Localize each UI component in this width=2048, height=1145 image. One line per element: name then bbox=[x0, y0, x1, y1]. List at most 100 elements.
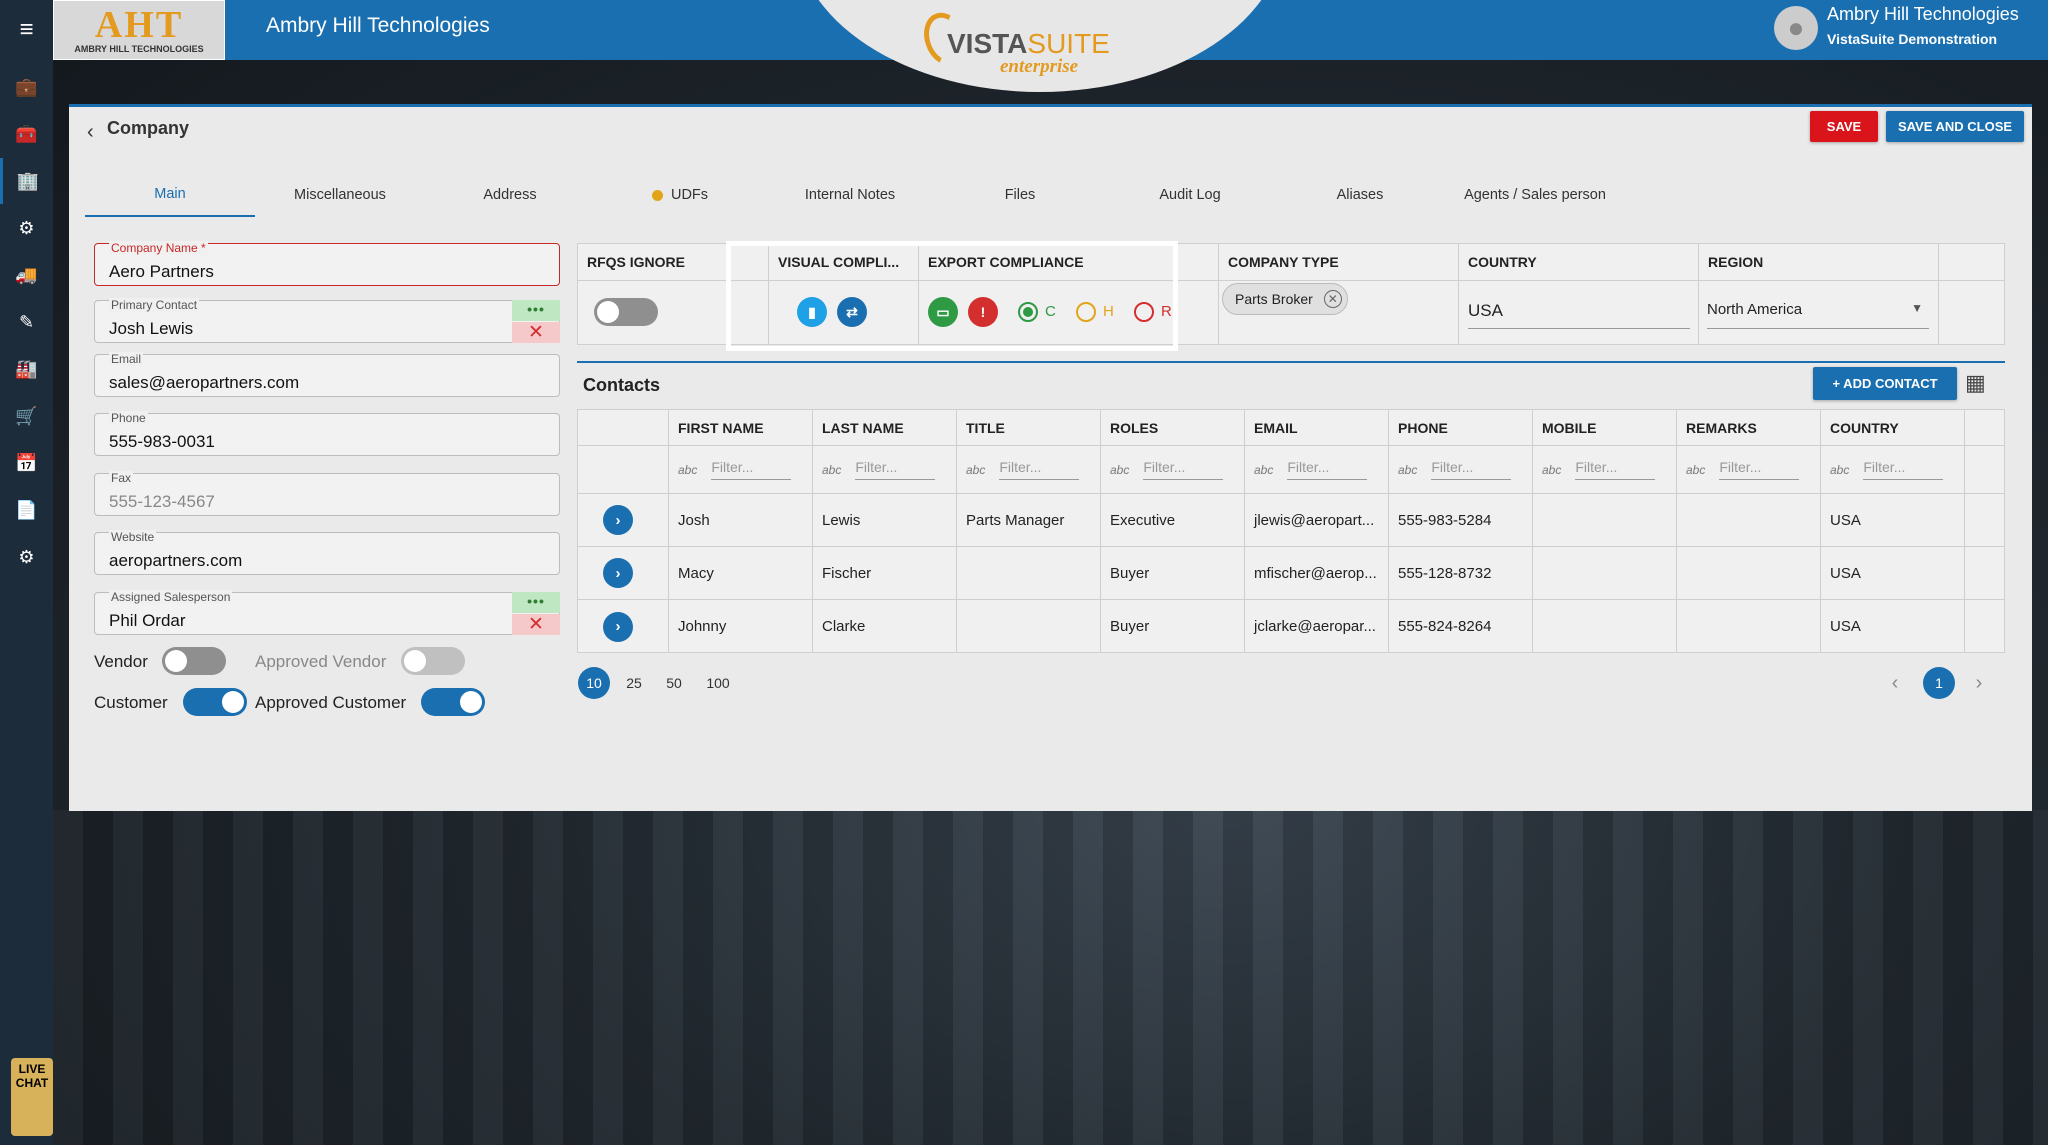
page-size-100[interactable]: 100 bbox=[698, 667, 738, 699]
table-header-cell[interactable]: TITLE bbox=[957, 410, 1101, 445]
country-filter[interactable]: Filter... bbox=[1863, 459, 1944, 480]
table-header-cell[interactable]: ROLES bbox=[1101, 410, 1245, 445]
salesperson-value: Phil Ordar bbox=[109, 611, 186, 630]
salesperson-more-button[interactable]: ••• bbox=[512, 592, 560, 613]
approved-vendor-label: Approved Vendor bbox=[255, 652, 387, 671]
tab-audit-log[interactable]: Audit Log bbox=[1105, 173, 1275, 217]
last-name-filter[interactable]: Filter... bbox=[855, 459, 936, 480]
salesperson-clear-button[interactable]: ✕ bbox=[512, 614, 560, 635]
filter-cell bbox=[578, 446, 669, 493]
table-row[interactable]: › Johnny Clarke Buyer jclarke@aeropar...… bbox=[578, 600, 2004, 653]
roles-filter[interactable]: Filter... bbox=[1143, 459, 1224, 480]
region-select[interactable]: North America ▼ bbox=[1707, 301, 1929, 329]
user-name[interactable]: Ambry Hill Technologies bbox=[1827, 4, 2019, 25]
avatar[interactable]: ● bbox=[1774, 6, 1818, 50]
blank-cell bbox=[1939, 281, 2006, 345]
phone-filter[interactable]: Filter... bbox=[1431, 459, 1512, 480]
table-header-cell[interactable]: PHONE bbox=[1389, 410, 1533, 445]
page-size-10[interactable]: 10 bbox=[578, 667, 610, 699]
chevron-left-icon[interactable]: ‹ bbox=[1883, 667, 1907, 699]
table-cell: Buyer bbox=[1101, 600, 1245, 653]
page-number-current[interactable]: 1 bbox=[1923, 667, 1955, 699]
row-expand-cell: › bbox=[578, 547, 669, 599]
brand-enterprise: enterprise bbox=[1000, 56, 1079, 77]
udf-status-dot bbox=[651, 189, 663, 201]
parts-icon[interactable]: ⚙ bbox=[0, 205, 53, 251]
chevron-right-icon[interactable]: › bbox=[1967, 667, 1991, 699]
gear-icon[interactable]: ⚙ bbox=[0, 534, 53, 580]
back-chevron-icon[interactable]: ‹ bbox=[87, 121, 94, 144]
chevron-right-icon[interactable]: › bbox=[603, 558, 633, 588]
add-contact-button[interactable]: + ADD CONTACT bbox=[1813, 367, 1957, 400]
cart-icon[interactable]: 🛒 bbox=[0, 393, 53, 439]
salesperson-label: Assigned Salesperson bbox=[109, 590, 233, 604]
live-chat-button[interactable]: LIVE CHAT bbox=[11, 1058, 53, 1136]
rfqs-ignore-toggle[interactable] bbox=[594, 298, 658, 326]
customer-toggle[interactable] bbox=[183, 688, 247, 716]
tab-udfs[interactable]: UDFs bbox=[595, 173, 765, 217]
mobile-filter[interactable]: Filter... bbox=[1575, 459, 1656, 480]
abc-icon: abc bbox=[822, 462, 842, 477]
approved-customer-toggle[interactable] bbox=[421, 688, 485, 716]
table-cell bbox=[1533, 494, 1677, 546]
building-icon[interactable]: 🏢 bbox=[0, 158, 53, 204]
chip-remove-icon[interactable]: ✕ bbox=[1323, 290, 1342, 308]
company-name-field[interactable]: Company Name * Aero Partners bbox=[94, 241, 560, 286]
primary-contact-more-button[interactable]: ••• bbox=[512, 300, 560, 321]
title-filter[interactable]: Filter... bbox=[999, 459, 1080, 480]
table-header-cell[interactable]: FIRST NAME bbox=[669, 410, 813, 445]
save-and-close-button[interactable]: SAVE AND CLOSE bbox=[1886, 111, 2024, 142]
table-header-cell[interactable]: REMARKS bbox=[1677, 410, 1821, 445]
table-header-cell[interactable]: COUNTRY bbox=[1821, 410, 1965, 445]
chevron-right-icon[interactable]: › bbox=[603, 505, 633, 535]
remarks-filter[interactable]: Filter... bbox=[1719, 459, 1800, 480]
save-button[interactable]: SAVE bbox=[1810, 111, 1878, 142]
vistasuite-brand: VISTASUITE enterprise bbox=[916, 6, 1125, 78]
tab-agents-sales-person[interactable]: Agents / Sales person bbox=[1445, 173, 1625, 217]
approved-vendor-toggle[interactable] bbox=[401, 647, 465, 675]
grid-edit-icon[interactable]: ▦ bbox=[1965, 370, 1997, 398]
page-size-50[interactable]: 50 bbox=[658, 667, 690, 699]
chevron-right-icon[interactable]: › bbox=[603, 611, 633, 642]
table-cell bbox=[1965, 547, 2006, 599]
warehouse-icon[interactable]: 🏭 bbox=[0, 346, 53, 392]
table-header-cell[interactable]: EMAIL bbox=[1245, 410, 1389, 445]
table-header-cell[interactable]: LAST NAME bbox=[813, 410, 957, 445]
country-input[interactable]: USA bbox=[1468, 301, 1690, 329]
tab-aliases[interactable]: Aliases bbox=[1275, 173, 1445, 217]
document-icon[interactable]: 📄 bbox=[0, 487, 53, 533]
email-value: sales@aeropartners.com bbox=[109, 373, 300, 392]
email-field[interactable]: Email sales@aeropartners.com bbox=[94, 352, 560, 397]
dropdown-arrow-icon: ▼ bbox=[1911, 301, 1923, 315]
vendor-toggle[interactable] bbox=[162, 647, 226, 675]
tab-files[interactable]: Files bbox=[935, 173, 1105, 217]
page-title: Company bbox=[107, 118, 190, 138]
table-cell bbox=[1677, 494, 1821, 546]
table-cell: USA bbox=[1821, 494, 1965, 546]
table-cell: Parts Manager bbox=[957, 494, 1101, 546]
fax-field[interactable]: Fax 555-123-4567 bbox=[94, 471, 560, 516]
assigned-salesperson-field[interactable]: Assigned Salesperson Phil Ordar ••• ✕ bbox=[94, 590, 560, 635]
company-type-chip[interactable]: Parts Broker ✕ bbox=[1222, 283, 1348, 315]
company-logo[interactable]: AHT AMBRY HILL TECHNOLOGIES bbox=[53, 0, 225, 60]
menu-icon[interactable]: ≡ bbox=[0, 0, 53, 60]
first-name-filter[interactable]: Filter... bbox=[711, 459, 792, 480]
edit-icon[interactable]: ✎ bbox=[0, 299, 53, 345]
calendar-icon[interactable]: 📅 bbox=[0, 440, 53, 486]
tab-main[interactable]: Main bbox=[85, 173, 255, 217]
website-field[interactable]: Website aeropartners.com bbox=[94, 530, 560, 575]
truck-icon[interactable]: 🚚 bbox=[0, 252, 53, 298]
page-size-25[interactable]: 25 bbox=[618, 667, 650, 699]
toolbox-icon[interactable]: 🧰 bbox=[0, 111, 53, 157]
briefcase-icon[interactable]: 💼 bbox=[0, 64, 53, 110]
table-header-cell[interactable]: MOBILE bbox=[1533, 410, 1677, 445]
table-row[interactable]: › Josh Lewis Parts Manager Executive jle… bbox=[578, 494, 2004, 547]
phone-field[interactable]: Phone 555-983-0031 bbox=[94, 411, 560, 456]
primary-contact-clear-button[interactable]: ✕ bbox=[512, 322, 560, 343]
tab-internal-notes[interactable]: Internal Notes bbox=[765, 173, 935, 217]
tab-address[interactable]: Address bbox=[425, 173, 595, 217]
tab-miscellaneous[interactable]: Miscellaneous bbox=[255, 173, 425, 217]
email-filter[interactable]: Filter... bbox=[1287, 459, 1368, 480]
primary-contact-field[interactable]: Primary Contact Josh Lewis ••• ✕ bbox=[94, 298, 560, 343]
table-row[interactable]: › Macy Fischer Buyer mfischer@aerop... 5… bbox=[578, 547, 2004, 600]
